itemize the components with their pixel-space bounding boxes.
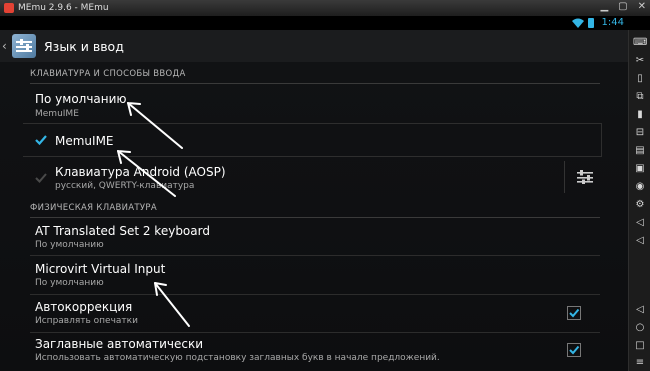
section-header-keyboards: КЛАВИАТУРА И СПОСОБЫ ВВОДА	[30, 64, 600, 84]
list-item-aosp[interactable]: Клавиатура Android (AOSP) русский, QWERT…	[0, 158, 628, 198]
wifi-icon	[572, 18, 584, 28]
emulator-toolbar: ⌨ ✂ ▯ ⧉ ▮ ⊟ ▤ ▣ ◉ ⚙ ◁ ◁ ◁ ○ □ ≡	[628, 30, 650, 371]
item-subtitle: По умолчанию	[35, 278, 104, 288]
item-title: Автокоррекция	[35, 300, 133, 314]
item-title: Microvirt Virtual Input	[35, 262, 166, 276]
recents-icon[interactable]: □	[633, 339, 647, 353]
item-title: По умолчанию	[35, 92, 127, 106]
screenshot-icon[interactable]: ⧉	[633, 90, 647, 104]
back-arrow-icon[interactable]: ‹	[2, 39, 10, 53]
maximize-icon[interactable]: ▢	[618, 1, 627, 12]
settings-app-icon[interactable]	[12, 34, 36, 58]
minimize-icon[interactable]: ▁	[600, 1, 608, 12]
volume-up-icon[interactable]: ◁	[633, 216, 647, 230]
memu-logo-icon	[4, 3, 14, 13]
settings-icon[interactable]: ⚙	[633, 198, 647, 212]
rotate-icon[interactable]: ▯	[633, 72, 647, 86]
back-icon[interactable]: ◁	[633, 303, 647, 317]
item-title: AT Translated Set 2 keyboard	[35, 224, 210, 238]
window-titlebar: MEmu 2.9.6 - MEmu ▁ ▢ ✕	[0, 0, 650, 16]
list-item-default[interactable]: По умолчанию MemuIME	[0, 84, 628, 124]
status-time: 1:44	[601, 17, 624, 28]
toolbox-icon[interactable]: ⊟	[633, 126, 647, 140]
folder-icon[interactable]: ▣	[633, 162, 647, 176]
apk-icon[interactable]: ▤	[633, 144, 647, 158]
action-bar: ‹ Язык и ввод	[0, 30, 628, 62]
keyboard-settings-icon[interactable]	[577, 170, 593, 184]
item-title: MemuIME	[55, 134, 114, 148]
item-subtitle: Исправлять опечатки	[35, 316, 138, 326]
section-header-physical: ФИЗИЧЕСКАЯ КЛАВИАТУРА	[30, 198, 600, 218]
page-title: Язык и ввод	[44, 38, 124, 54]
autocorrect-checkbox[interactable]	[567, 306, 581, 320]
item-subtitle: Использовать автоматическую подстановку …	[35, 353, 440, 363]
settings-list: КЛАВИАТУРА И СПОСОБЫ ВВОДА По умолчанию …	[0, 62, 628, 371]
window-title: MEmu 2.9.6 - MEmu	[18, 3, 109, 13]
checkmark-icon[interactable]	[34, 133, 48, 147]
list-item-at-keyboard[interactable]: AT Translated Set 2 keyboard По умолчани…	[0, 218, 628, 255]
status-bar: 1:44	[0, 16, 628, 30]
list-item-autocaps[interactable]: Заглавные автоматически Использовать авт…	[0, 333, 628, 371]
list-item-microvirt[interactable]: Microvirt Virtual Input По умолчанию	[0, 256, 628, 294]
list-item-autocorrect[interactable]: Автокоррекция Исправлять опечатки	[0, 295, 628, 332]
item-subtitle: По умолчанию	[35, 240, 104, 250]
item-title: Клавиатура Android (AOSP)	[55, 165, 226, 179]
location-icon[interactable]: ◉	[633, 180, 647, 194]
menu-icon[interactable]: ≡	[633, 356, 647, 370]
autocaps-checkbox[interactable]	[567, 343, 581, 357]
volume-down-icon[interactable]: ◁	[633, 234, 647, 248]
shake-icon[interactable]: ▮	[633, 108, 647, 122]
close-icon[interactable]: ✕	[638, 1, 646, 12]
list-item-memuime[interactable]: MemuIME	[23, 123, 602, 157]
home-icon[interactable]: ○	[633, 321, 647, 335]
keyboard-icon[interactable]: ⌨	[633, 36, 647, 50]
checkmark-icon[interactable]	[34, 171, 48, 185]
divider	[564, 161, 565, 193]
battery-icon	[588, 18, 594, 28]
item-subtitle: MemuIME	[35, 109, 79, 119]
item-subtitle: русский, QWERTY-клавиатура	[55, 181, 195, 191]
item-title: Заглавные автоматически	[35, 337, 204, 351]
scissors-icon[interactable]: ✂	[633, 54, 647, 68]
